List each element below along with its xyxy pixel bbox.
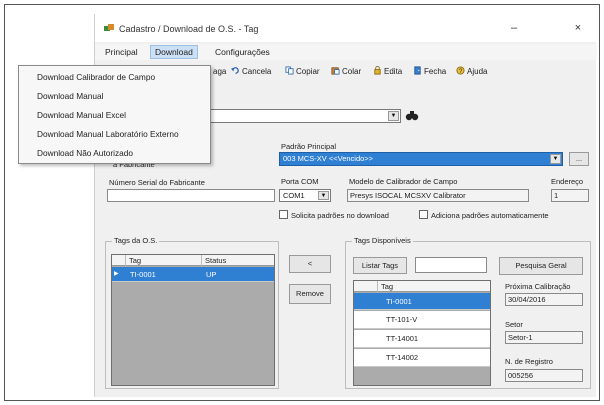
minimize-button[interactable]: –: [499, 20, 529, 36]
window-title: Cadastro / Download de O.S. - Tag: [119, 24, 259, 34]
endereco-field[interactable]: 1: [551, 189, 589, 202]
svg-text:?: ?: [459, 68, 463, 75]
menu-configuracoes[interactable]: Configurações: [211, 45, 274, 59]
table-cell-tag: TI-0001: [386, 297, 412, 306]
column-header-tag[interactable]: Tag: [126, 255, 202, 266]
menu-item-download-laboratorio[interactable]: Download Manual Laboratório Externo: [19, 125, 210, 143]
solicita-label: Solicita padrões no download: [291, 211, 389, 220]
chevron-down-icon[interactable]: ▼: [318, 191, 329, 200]
menu-principal[interactable]: Principal: [101, 45, 142, 59]
help-icon: ?: [456, 66, 465, 75]
tags-disponiveis-title: Tags Disponíveis: [352, 236, 413, 245]
help-label: Ajuda: [467, 67, 488, 76]
padrao-combo[interactable]: 003 MCS-XV <<Vencido>> ▼: [279, 152, 563, 166]
porta-label: Porta COM: [281, 177, 319, 186]
copy-label: Copiar: [296, 67, 320, 76]
menu-item-download-calibrador[interactable]: Download Calibrador de Campo: [19, 68, 210, 86]
table-row[interactable]: TI-0001: [354, 293, 490, 310]
menu-item-download-manual[interactable]: Download Manual: [19, 87, 210, 105]
list-tags-button[interactable]: Listar Tags: [353, 257, 407, 274]
table-cell-tag: TT-14001: [386, 334, 419, 343]
tag-filter-input[interactable]: [415, 257, 487, 273]
edit-label: Edita: [384, 67, 403, 76]
menu-bar: Principal Download Configurações: [95, 44, 597, 60]
lock-icon: [374, 66, 381, 75]
menu-download[interactable]: Download: [150, 45, 198, 59]
adiciona-checkbox[interactable]: [419, 210, 428, 219]
tags-os-title: Tags da O.S.: [112, 236, 160, 245]
registration-label: N. de Registro: [505, 357, 553, 366]
sector-field[interactable]: Setor-1: [505, 331, 583, 344]
row-pointer-icon: ▶: [114, 271, 119, 277]
table-row[interactable]: TT-14002: [354, 349, 490, 367]
table-row[interactable]: TT-14001: [354, 330, 490, 348]
table-row[interactable]: ▶ TI-0001 UP: [112, 267, 274, 282]
table-cell-tag: TT-14002: [386, 353, 419, 362]
table-cell-tag: TI-0001: [130, 270, 156, 279]
column-header-status[interactable]: Status: [202, 255, 274, 266]
move-left-button[interactable]: <: [289, 255, 331, 273]
close-button[interactable]: ×: [563, 20, 593, 36]
cancel-label: Cancela: [242, 67, 272, 76]
paste-button[interactable]: Colar: [331, 64, 361, 80]
table-row[interactable]: TT-101-V: [354, 311, 490, 329]
tags-os-header: Tag Status: [112, 255, 274, 266]
adiciona-label: Adiciona padrões automaticamente: [431, 211, 549, 220]
chevron-down-icon[interactable]: ▼: [550, 154, 561, 164]
tags-os-group: Tags da O.S. Tag Status ▶ TI-0001 UP: [105, 236, 279, 389]
tags-os-grid[interactable]: Tag Status ▶ TI-0001 UP: [111, 254, 275, 386]
row-indicator-header: [354, 281, 378, 292]
sector-label: Setor: [505, 320, 523, 329]
tags-disponiveis-grid[interactable]: Tag TI-0001 TT-101-V TT-14001 TT-14002: [353, 280, 491, 386]
download-dropdown-menu: Download Calibrador de Campo Download Ma…: [18, 65, 211, 164]
solicita-checkbox[interactable]: [279, 210, 288, 219]
table-cell-tag: TT-101-V: [386, 315, 418, 324]
app-icon: [104, 24, 114, 31]
modelo-label: Modelo de Calibrador de Campo: [349, 177, 458, 186]
edit-button[interactable]: Edita: [373, 64, 402, 80]
menu-item-download-nao-autorizado[interactable]: Download Não Autorizado: [19, 144, 210, 162]
chevron-down-icon[interactable]: ▼: [388, 111, 399, 121]
registration-field[interactable]: 005256: [505, 369, 583, 382]
serial-label: Número Serial do Fabricante: [109, 178, 205, 187]
help-button[interactable]: ? Ajuda: [456, 64, 487, 80]
copy-button[interactable]: Copiar: [285, 64, 320, 80]
menu-item-download-manual-excel[interactable]: Download Manual Excel: [19, 106, 210, 124]
binoculars-icon[interactable]: [405, 109, 419, 122]
close-form-label: Fecha: [424, 67, 447, 76]
padrao-label: Padrão Principal: [281, 142, 337, 151]
remove-button[interactable]: Remove: [289, 284, 331, 304]
next-calibration-field[interactable]: 30/04/2016: [505, 293, 583, 306]
cancel-button[interactable]: Cancela: [231, 64, 271, 80]
table-cell-status: UP: [206, 270, 217, 279]
paste-label: Colar: [342, 67, 362, 76]
row-indicator-header: [112, 255, 126, 266]
porta-value: COM1: [283, 191, 305, 200]
endereco-label: Endereço: [551, 177, 584, 186]
next-calibration-label: Próxima Calibração: [505, 282, 571, 291]
porta-combo[interactable]: COM1 ▼: [279, 189, 331, 202]
tags-disp-header: Tag: [354, 281, 490, 292]
padrao-browse-button[interactable]: ...: [569, 152, 589, 166]
title-bar: Cadastro / Download de O.S. - Tag – ×: [95, 14, 597, 42]
toolbar-partial-button[interactable]: aga: [213, 64, 226, 80]
serial-field[interactable]: [107, 189, 275, 202]
column-header-tag[interactable]: Tag: [378, 281, 490, 292]
undo-icon: [231, 67, 239, 74]
copy-icon: [285, 66, 294, 75]
close-form-button[interactable]: Fecha: [413, 64, 446, 80]
general-search-button[interactable]: Pesquisa Geral: [499, 257, 583, 275]
door-icon: [414, 66, 421, 75]
padrao-value: 003 MCS-XV <<Vencido>>: [283, 154, 374, 163]
modelo-field[interactable]: Presys ISOCAL MCSXV Calibrator: [347, 189, 529, 202]
paste-icon: [331, 67, 340, 75]
